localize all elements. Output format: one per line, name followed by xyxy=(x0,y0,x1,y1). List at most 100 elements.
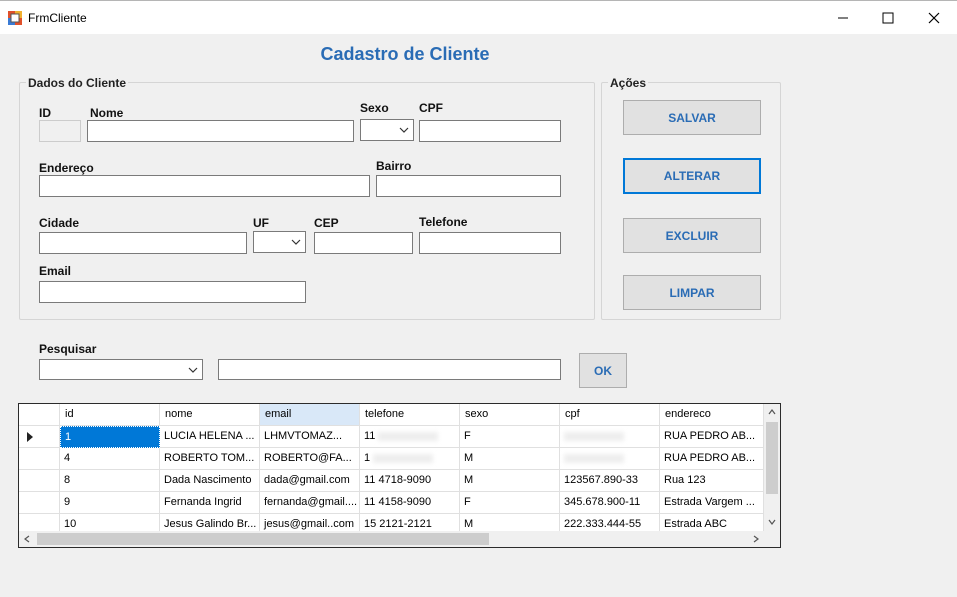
uf-select[interactable] xyxy=(253,231,306,253)
cell-cpf[interactable] xyxy=(560,448,660,470)
close-button[interactable] xyxy=(911,1,957,35)
scroll-down-button[interactable] xyxy=(764,514,780,530)
grid-header: id nome email telefone sexo cpf endereco xyxy=(19,404,764,426)
sexo-select[interactable] xyxy=(360,119,414,141)
form-title: Cadastro de Cliente xyxy=(320,44,490,64)
column-header-nome[interactable]: nome xyxy=(160,404,260,426)
label-cidade: Cidade xyxy=(39,216,80,230)
endereco-field[interactable] xyxy=(39,175,370,197)
table-row[interactable]: 4 ROBERTO TOM... ROBERTO@FA... 1 M RUA P… xyxy=(19,448,764,470)
redacted-value xyxy=(378,431,439,441)
label-id: ID xyxy=(39,106,51,120)
excluir-button[interactable]: EXCLUIR xyxy=(623,218,761,253)
cell-telefone[interactable]: 11 xyxy=(360,426,460,448)
scroll-right-button[interactable] xyxy=(748,531,764,547)
redacted-value xyxy=(564,453,624,463)
telefone-field[interactable] xyxy=(419,232,561,254)
cell-endereco[interactable]: Estrada Vargem ... xyxy=(660,492,764,514)
cell-sexo[interactable]: F xyxy=(460,492,560,514)
row-header[interactable] xyxy=(19,448,60,470)
cpf-field[interactable] xyxy=(419,120,561,142)
dados-cliente-legend: Dados do Cliente xyxy=(26,76,129,90)
vertical-scroll-thumb[interactable] xyxy=(766,422,778,494)
column-header-cpf[interactable]: cpf xyxy=(560,404,660,426)
column-header-sexo[interactable]: sexo xyxy=(460,404,560,426)
chevron-down-icon xyxy=(768,519,776,525)
cell-telefone[interactable]: 11 4158-9090 xyxy=(360,492,460,514)
chevron-down-icon xyxy=(399,127,409,133)
pesquisar-input[interactable] xyxy=(218,359,561,380)
cell-sexo[interactable]: M xyxy=(460,448,560,470)
close-icon xyxy=(928,12,940,24)
chevron-down-icon xyxy=(188,367,198,373)
acoes-legend: Ações xyxy=(608,76,649,90)
row-header[interactable] xyxy=(19,492,60,514)
cell-cpf[interactable] xyxy=(560,426,660,448)
cell-endereco[interactable]: Rua 123 xyxy=(660,470,764,492)
clientes-grid[interactable]: id nome email telefone sexo cpf endereco… xyxy=(18,403,781,548)
cell-id[interactable]: 8 xyxy=(60,470,160,492)
cell-telefone[interactable]: 11 4718-9090 xyxy=(360,470,460,492)
cep-field[interactable] xyxy=(314,232,413,254)
cell-cpf[interactable]: 123567.890-33 xyxy=(560,470,660,492)
cell-nome[interactable]: ROBERTO TOM... xyxy=(160,448,260,470)
horizontal-scrollbar[interactable] xyxy=(19,531,764,547)
column-header-endereco[interactable]: endereco xyxy=(660,404,764,426)
label-email: Email xyxy=(39,264,72,278)
salvar-button[interactable]: SALVAR xyxy=(623,100,761,135)
title-bar: FrmCliente xyxy=(0,0,957,34)
table-row[interactable]: 1 LUCIA HELENA ... LHMVTOMAZ... 11 F RUA… xyxy=(19,426,764,448)
scroll-left-button[interactable] xyxy=(19,531,35,547)
cell-endereco[interactable]: RUA PEDRO AB... xyxy=(660,448,764,470)
column-header-email[interactable]: email xyxy=(260,404,360,426)
grid-corner-header xyxy=(19,404,60,426)
cell-telefone[interactable]: 1 xyxy=(360,448,460,470)
cell-nome[interactable]: LUCIA HELENA ... xyxy=(160,426,260,448)
vertical-scrollbar[interactable] xyxy=(764,404,780,531)
maximize-button[interactable] xyxy=(865,1,911,35)
cell-sexo[interactable]: M xyxy=(460,470,560,492)
cell-text: 11 xyxy=(364,430,376,442)
table-row[interactable]: 9 Fernanda Ingrid fernanda@gmail.... 11 … xyxy=(19,492,764,514)
row-pointer-icon xyxy=(27,432,33,442)
cidade-field[interactable] xyxy=(39,232,247,254)
id-field xyxy=(39,120,81,142)
horizontal-scroll-thumb[interactable] xyxy=(37,533,489,545)
email-field[interactable] xyxy=(39,281,306,303)
cell-email[interactable]: ROBERTO@FA... xyxy=(260,448,360,470)
label-endereco: Endereço xyxy=(39,161,94,175)
cell-email[interactable]: fernanda@gmail.... xyxy=(260,492,360,514)
cell-endereco[interactable]: RUA PEDRO AB... xyxy=(660,426,764,448)
cell-nome[interactable]: Dada Nascimento xyxy=(160,470,260,492)
table-row[interactable]: 8 Dada Nascimento dada@gmail.com 11 4718… xyxy=(19,470,764,492)
cell-id[interactable]: 4 xyxy=(60,448,160,470)
cell-id[interactable]: 1 xyxy=(60,426,160,448)
chevron-up-icon xyxy=(768,409,776,415)
column-header-telefone[interactable]: telefone xyxy=(360,404,460,426)
chevron-left-icon xyxy=(24,535,30,543)
pesquisar-field-select[interactable] xyxy=(39,359,203,380)
row-header[interactable] xyxy=(19,426,60,448)
minimize-button[interactable] xyxy=(820,1,866,35)
limpar-button[interactable]: LIMPAR xyxy=(623,275,761,310)
label-uf: UF xyxy=(253,216,269,230)
label-cep: CEP xyxy=(314,216,339,230)
scroll-corner xyxy=(764,531,780,547)
row-header[interactable] xyxy=(19,470,60,492)
bairro-field[interactable] xyxy=(376,175,561,197)
nome-field[interactable] xyxy=(87,120,354,142)
cell-email[interactable]: LHMVTOMAZ... xyxy=(260,426,360,448)
chevron-right-icon xyxy=(753,535,759,543)
ok-button[interactable]: OK xyxy=(579,353,627,388)
cell-id[interactable]: 9 xyxy=(60,492,160,514)
window-title: FrmCliente xyxy=(28,11,87,25)
maximize-icon xyxy=(882,12,894,24)
column-header-id[interactable]: id xyxy=(60,404,160,426)
alterar-button[interactable]: ALTERAR xyxy=(623,158,761,194)
cell-sexo[interactable]: F xyxy=(460,426,560,448)
cell-nome[interactable]: Fernanda Ingrid xyxy=(160,492,260,514)
redacted-value xyxy=(373,453,434,463)
scroll-up-button[interactable] xyxy=(764,404,780,420)
cell-email[interactable]: dada@gmail.com xyxy=(260,470,360,492)
cell-cpf[interactable]: 345.678.900-11 xyxy=(560,492,660,514)
